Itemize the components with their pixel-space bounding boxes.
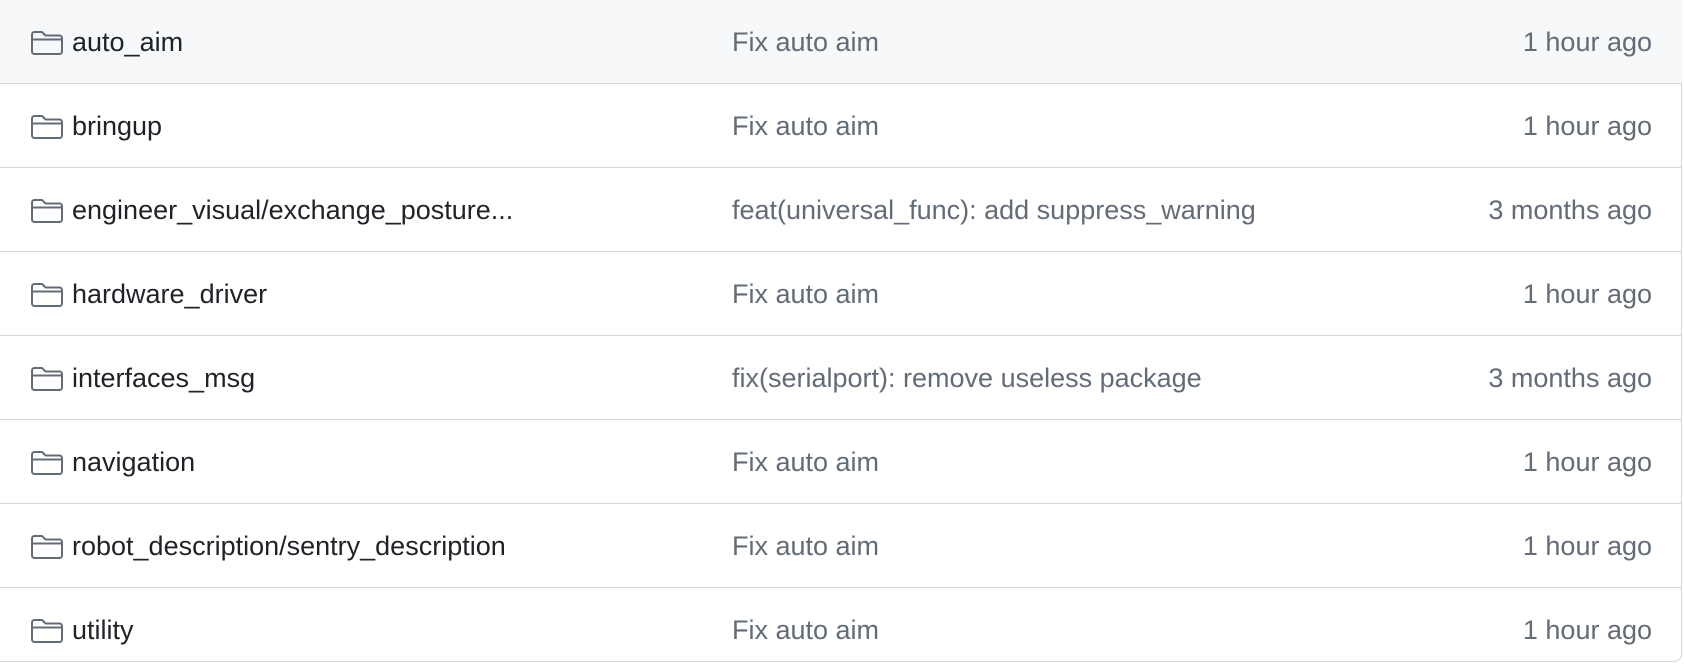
commit-message-link[interactable]: Fix auto aim xyxy=(732,420,879,504)
commit-message-link[interactable]: Fix auto aim xyxy=(732,588,879,672)
folder-icon xyxy=(30,366,64,392)
commit-age: 1 hour ago xyxy=(1522,531,1652,561)
directory-link[interactable]: auto_aim xyxy=(72,0,183,84)
directory-link[interactable]: hardware_driver xyxy=(72,252,267,336)
file-list: auto_aim Fix auto aim 1 hour ago bringup… xyxy=(0,0,1682,662)
commit-age: 1 hour ago xyxy=(1522,27,1652,57)
folder-icon xyxy=(30,618,64,644)
file-row[interactable]: auto_aim Fix auto aim 1 hour ago xyxy=(0,0,1682,84)
commit-message-link[interactable]: Fix auto aim xyxy=(732,504,879,588)
directory-link[interactable]: bringup xyxy=(72,84,162,168)
folder-icon xyxy=(30,450,64,476)
folder-icon xyxy=(30,534,64,560)
directory-link[interactable]: utility xyxy=(72,588,134,672)
directory-link[interactable]: interfaces_msg xyxy=(72,336,255,420)
commit-age: 3 months ago xyxy=(1488,195,1652,225)
folder-icon xyxy=(30,282,64,308)
file-row[interactable]: robot_description/sentry_description Fix… xyxy=(0,504,1682,588)
commit-message-link[interactable]: feat(universal_func): add suppress_warni… xyxy=(732,168,1256,252)
file-row[interactable]: interfaces_msg fix(serialport): remove u… xyxy=(0,336,1682,420)
commit-message-link[interactable]: Fix auto aim xyxy=(732,252,879,336)
directory-link[interactable]: engineer_visual/exchange_posture... xyxy=(72,168,513,252)
file-row[interactable]: engineer_visual/exchange_posture... feat… xyxy=(0,168,1682,252)
file-row[interactable]: utility Fix auto aim 1 hour ago xyxy=(0,588,1682,672)
commit-age: 1 hour ago xyxy=(1522,447,1652,477)
folder-icon xyxy=(30,198,64,224)
file-row[interactable]: bringup Fix auto aim 1 hour ago xyxy=(0,84,1682,168)
folder-icon xyxy=(30,30,64,56)
commit-age: 1 hour ago xyxy=(1522,279,1652,309)
folder-icon xyxy=(30,114,64,140)
commit-message-link[interactable]: Fix auto aim xyxy=(732,0,879,84)
file-row[interactable]: navigation Fix auto aim 1 hour ago xyxy=(0,420,1682,504)
commit-message-link[interactable]: fix(serialport): remove useless package xyxy=(732,336,1202,420)
commit-message-link[interactable]: Fix auto aim xyxy=(732,84,879,168)
commit-age: 3 months ago xyxy=(1488,363,1652,393)
directory-link[interactable]: robot_description/sentry_description xyxy=(72,504,506,588)
commit-age: 1 hour ago xyxy=(1522,111,1652,141)
directory-link[interactable]: navigation xyxy=(72,420,195,504)
file-row[interactable]: hardware_driver Fix auto aim 1 hour ago xyxy=(0,252,1682,336)
commit-age: 1 hour ago xyxy=(1522,615,1652,645)
